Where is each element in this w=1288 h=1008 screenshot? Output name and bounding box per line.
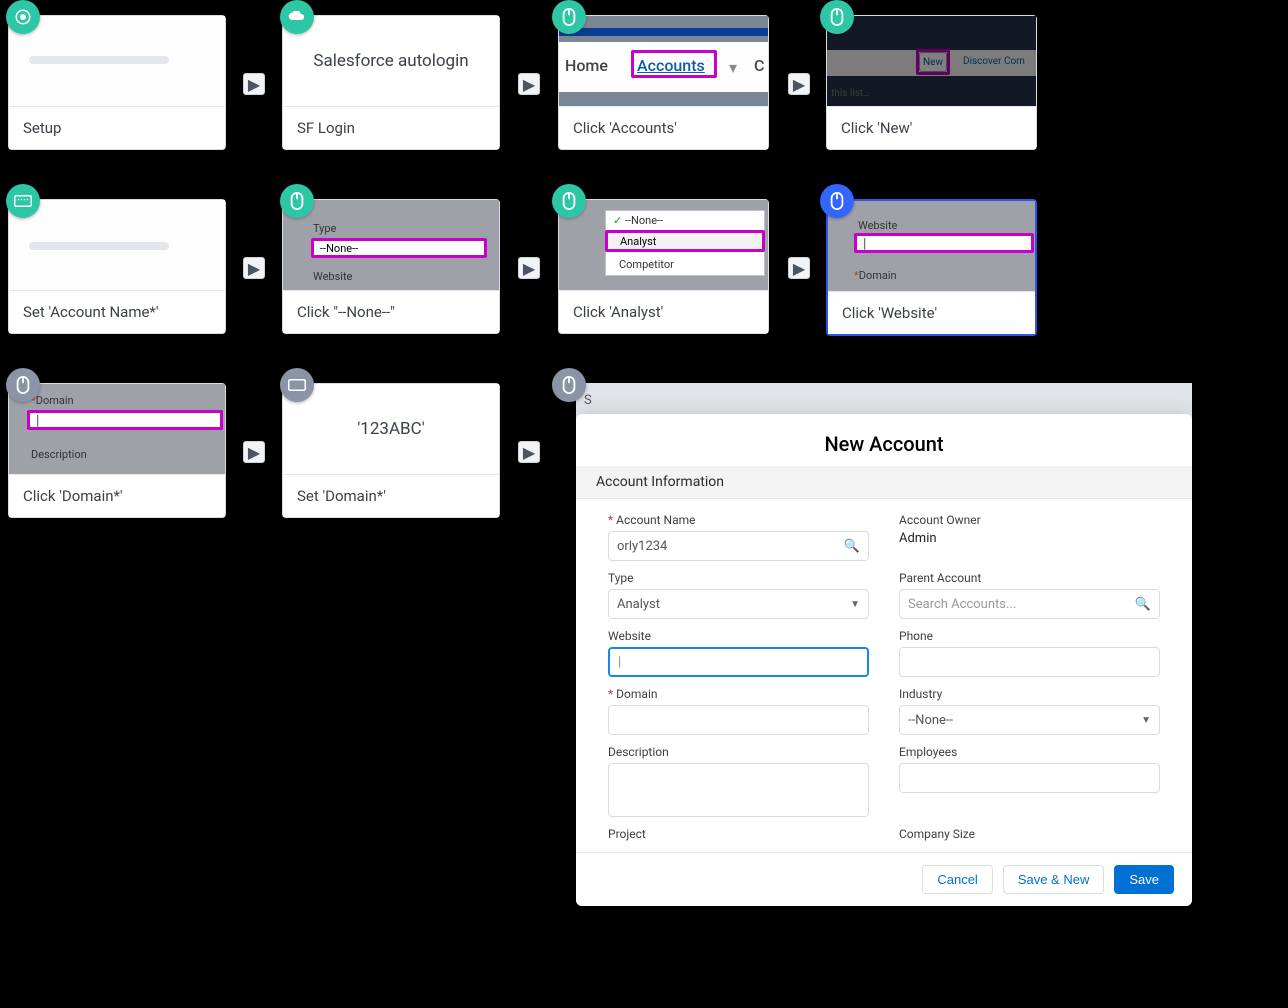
label-type: Type — [313, 222, 336, 235]
step-label: Click 'Accounts' — [559, 106, 768, 149]
mouse-icon — [280, 184, 314, 218]
connector-play-icon[interactable]: ▶ — [518, 257, 540, 279]
opt-analyst: Analyst — [620, 235, 656, 248]
label-phone: Phone — [899, 629, 1160, 643]
chrome-icon — [6, 0, 40, 34]
step-click-website[interactable]: Website | *Domain Click 'Website' — [826, 199, 1037, 336]
connector-play-icon[interactable]: ▶ — [243, 441, 265, 463]
step-label: Setup — [9, 106, 225, 149]
label-employees: Employees — [899, 745, 1160, 759]
nav-home: Home — [565, 56, 608, 75]
label-description: Description — [31, 448, 87, 461]
dialog-title: New Account — [576, 414, 1192, 466]
label-domain: Domain — [616, 687, 657, 701]
step-label: Set 'Domain*' — [283, 474, 499, 517]
step-set-domain[interactable]: '123ABC' Set 'Domain*' — [282, 383, 500, 518]
label-website: Website — [313, 270, 352, 283]
select-industry[interactable]: --None--▼ — [899, 705, 1160, 735]
cancel-button[interactable]: Cancel — [922, 865, 992, 894]
save-and-new-button[interactable]: Save & New — [1003, 865, 1105, 894]
connector-play-icon[interactable]: ▶ — [518, 73, 540, 95]
label-account-owner: Account Owner — [899, 513, 1160, 527]
discover-link: Discover Com — [963, 56, 1025, 67]
connector-play-icon[interactable]: ▶ — [518, 441, 540, 463]
step-click-analyst[interactable]: ✓ --None-- Analyst Competitor Click 'Ana… — [558, 199, 769, 334]
input-website[interactable]: | — [608, 647, 869, 677]
label-parent-account: Parent Account — [899, 571, 1160, 585]
keyboard-icon — [6, 184, 40, 218]
opt-competitor: Competitor — [619, 258, 674, 271]
save-button[interactable]: Save — [1114, 865, 1174, 894]
label-website: Website — [858, 219, 897, 232]
step-set-account-name[interactable]: Set 'Account Name*' — [8, 199, 226, 334]
sf-login-text: Salesforce autologin — [313, 51, 468, 71]
step-label: Click 'Website' — [828, 291, 1035, 334]
label-account-name: Account Name — [616, 513, 695, 527]
mouse-icon — [552, 0, 586, 34]
mouse-icon — [552, 184, 586, 218]
label-website: Website — [608, 629, 869, 643]
mouse-icon — [6, 368, 40, 402]
literal-text: '123ABC' — [357, 419, 424, 439]
step-label: SF Login — [283, 106, 499, 149]
label-industry: Industry — [899, 687, 1160, 701]
step-sf-login[interactable]: Salesforce autologin SF Login — [282, 15, 500, 150]
step-click-none[interactable]: Type --None-- Website Click "--None--" — [282, 199, 500, 334]
list-hint: this list… — [831, 88, 870, 99]
step-setup[interactable]: Setup — [8, 15, 226, 150]
nav-other: C — [754, 56, 764, 75]
step-click-accounts[interactable]: Home Accounts ▾ C Click 'Accounts' — [558, 15, 769, 150]
input-employees[interactable] — [899, 763, 1160, 793]
connector-play-icon[interactable]: ▶ — [788, 73, 810, 95]
mouse-icon — [820, 0, 854, 34]
textarea-description[interactable] — [608, 763, 869, 817]
step-label: Click "--None--" — [283, 290, 499, 333]
label-description: Description — [608, 745, 869, 759]
connector-play-icon[interactable]: ▶ — [243, 257, 265, 279]
connector-play-icon[interactable]: ▶ — [788, 257, 810, 279]
mouse-icon — [820, 184, 854, 218]
section-header: Account Information — [576, 466, 1192, 499]
value-account-owner: Admin — [899, 531, 1160, 546]
input-account-name[interactable]: orly1234🔍 — [608, 531, 869, 561]
input-domain[interactable] — [608, 705, 869, 735]
field-none: --None-- — [311, 238, 487, 258]
connector-play-icon[interactable]: ▶ — [243, 73, 265, 95]
opt-none: --None-- — [622, 214, 663, 227]
label-type: Type — [608, 571, 869, 585]
input-phone[interactable] — [899, 647, 1160, 677]
mouse-icon — [552, 368, 586, 402]
step-label: Click 'Domain*' — [9, 474, 225, 517]
step-label: Set 'Account Name*' — [9, 290, 225, 333]
step-click-domain[interactable]: *Domain | Description Click 'Domain*' — [8, 383, 226, 518]
keyboard-icon — [280, 368, 314, 402]
step-label: Click 'Analyst' — [559, 290, 768, 333]
salesforce-new-account-dialog: New Account Account Information *Account… — [576, 414, 1192, 906]
input-parent-account[interactable]: Search Accounts...🔍 — [899, 589, 1160, 619]
step-click-new[interactable]: New Discover Com this list… Click 'New' — [826, 15, 1037, 150]
label-company-size: Company Size — [899, 827, 1160, 841]
salesforce-cloud-icon — [280, 0, 314, 34]
label-domain: Domain — [859, 269, 897, 282]
label-project: Project — [608, 827, 869, 841]
select-type[interactable]: Analyst▼ — [608, 589, 869, 619]
label-domain: Domain — [36, 394, 74, 407]
step-label: Click 'New' — [827, 106, 1036, 149]
